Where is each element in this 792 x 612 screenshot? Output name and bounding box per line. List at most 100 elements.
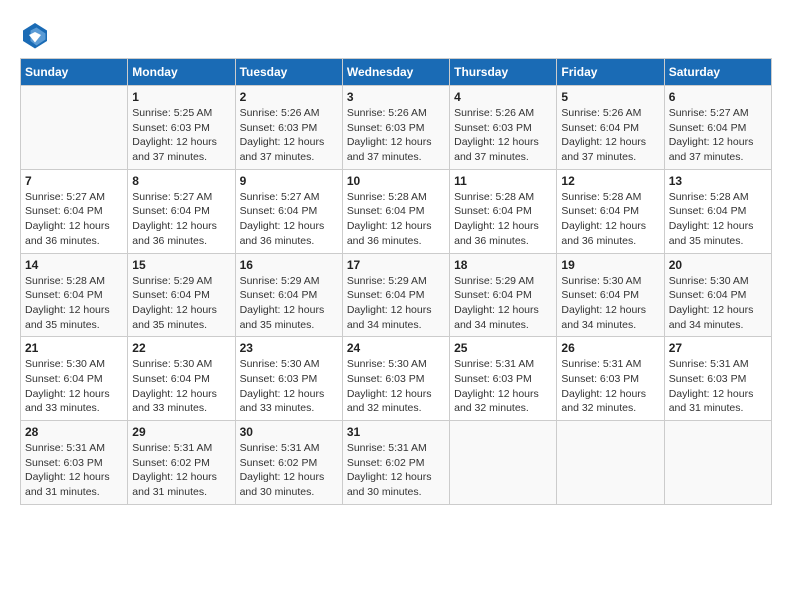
day-info: Sunrise: 5:25 AM Sunset: 6:03 PM Dayligh…	[132, 106, 230, 165]
day-cell: 31Sunrise: 5:31 AM Sunset: 6:02 PM Dayli…	[342, 421, 449, 505]
day-cell: 25 Sunrise: 5:31 AM Sunset: 6:03 PM Dayli…	[450, 337, 557, 421]
header-cell-friday: Friday	[557, 59, 664, 86]
day-cell: 10 Sunrise: 5:28 AM Sunset: 6:04 PM Dayli…	[342, 169, 449, 253]
day-info: Sunrise: 5:27 AM Sunset: 6:04 PM Dayligh…	[25, 190, 123, 249]
day-cell: 19 Sunrise: 5:30 AM Sunset: 6:04 PM Dayli…	[557, 253, 664, 337]
day-number: 23	[240, 341, 338, 355]
day-cell: 4 Sunrise: 5:26 AM Sunset: 6:03 PM Daylig…	[450, 86, 557, 170]
day-cell: 20 Sunrise: 5:30 AM Sunset: 6:04 PM Dayli…	[664, 253, 771, 337]
day-info: Sunrise: 5:30 AM Sunset: 6:03 PM Dayligh…	[347, 357, 445, 416]
header-cell-wednesday: Wednesday	[342, 59, 449, 86]
day-number: 27	[669, 341, 767, 355]
day-number: 17	[347, 258, 445, 272]
day-number: 16	[240, 258, 338, 272]
day-info: Sunrise: 5:29 AM Sunset: 6:04 PM Dayligh…	[454, 274, 552, 333]
day-cell: 22 Sunrise: 5:30 AM Sunset: 6:04 PM Dayli…	[128, 337, 235, 421]
day-info: Sunrise: 5:30 AM Sunset: 6:04 PM Dayligh…	[561, 274, 659, 333]
day-cell: 8 Sunrise: 5:27 AM Sunset: 6:04 PM Daylig…	[128, 169, 235, 253]
day-info: Sunrise: 5:26 AM Sunset: 6:03 PM Dayligh…	[454, 106, 552, 165]
day-number: 5	[561, 90, 659, 104]
page: SundayMondayTuesdayWednesdayThursdayFrid…	[0, 0, 792, 525]
day-info: Sunrise: 5:26 AM Sunset: 6:03 PM Dayligh…	[347, 106, 445, 165]
day-info: Sunrise: 5:29 AM Sunset: 6:04 PM Dayligh…	[347, 274, 445, 333]
day-info: Sunrise: 5:27 AM Sunset: 6:04 PM Dayligh…	[240, 190, 338, 249]
header	[20, 20, 772, 50]
calendar-body: 1Sunrise: 5:25 AM Sunset: 6:03 PM Daylig…	[21, 86, 772, 505]
day-info: Sunrise: 5:29 AM Sunset: 6:04 PM Dayligh…	[132, 274, 230, 333]
day-number: 24	[347, 341, 445, 355]
calendar-table: SundayMondayTuesdayWednesdayThursdayFrid…	[20, 58, 772, 505]
day-number: 26	[561, 341, 659, 355]
day-cell: 1Sunrise: 5:25 AM Sunset: 6:03 PM Daylig…	[128, 86, 235, 170]
day-number: 7	[25, 174, 123, 188]
day-number: 8	[132, 174, 230, 188]
day-number: 13	[669, 174, 767, 188]
week-row-3: 14Sunrise: 5:28 AM Sunset: 6:04 PM Dayli…	[21, 253, 772, 337]
day-cell	[21, 86, 128, 170]
calendar-header: SundayMondayTuesdayWednesdayThursdayFrid…	[21, 59, 772, 86]
day-number: 4	[454, 90, 552, 104]
day-cell: 21 Sunrise: 5:30 AM Sunset: 6:04 PM Dayli…	[21, 337, 128, 421]
day-number: 29	[132, 425, 230, 439]
day-info: Sunrise: 5:28 AM Sunset: 6:04 PM Dayligh…	[25, 274, 123, 333]
day-info: Sunrise: 5:27 AM Sunset: 6:04 PM Dayligh…	[132, 190, 230, 249]
day-info: Sunrise: 5:27 AM Sunset: 6:04 PM Dayligh…	[669, 106, 767, 165]
day-info: Sunrise: 5:30 AM Sunset: 6:03 PM Dayligh…	[240, 357, 338, 416]
day-number: 15	[132, 258, 230, 272]
day-info: Sunrise: 5:28 AM Sunset: 6:04 PM Dayligh…	[347, 190, 445, 249]
day-number: 25	[454, 341, 552, 355]
day-info: Sunrise: 5:26 AM Sunset: 6:04 PM Dayligh…	[561, 106, 659, 165]
day-cell: 16Sunrise: 5:29 AM Sunset: 6:04 PM Dayli…	[235, 253, 342, 337]
week-row-5: 28Sunrise: 5:31 AM Sunset: 6:03 PM Dayli…	[21, 421, 772, 505]
day-cell: 26Sunrise: 5:31 AM Sunset: 6:03 PM Dayli…	[557, 337, 664, 421]
day-number: 28	[25, 425, 123, 439]
day-info: Sunrise: 5:31 AM Sunset: 6:03 PM Dayligh…	[454, 357, 552, 416]
day-number: 19	[561, 258, 659, 272]
day-cell: 14Sunrise: 5:28 AM Sunset: 6:04 PM Dayli…	[21, 253, 128, 337]
day-cell: 13 Sunrise: 5:28 AM Sunset: 6:04 PM Dayli…	[664, 169, 771, 253]
day-cell: 17 Sunrise: 5:29 AM Sunset: 6:04 PM Dayli…	[342, 253, 449, 337]
day-info: Sunrise: 5:31 AM Sunset: 6:03 PM Dayligh…	[669, 357, 767, 416]
week-row-1: 1Sunrise: 5:25 AM Sunset: 6:03 PM Daylig…	[21, 86, 772, 170]
day-info: Sunrise: 5:28 AM Sunset: 6:04 PM Dayligh…	[669, 190, 767, 249]
day-number: 18	[454, 258, 552, 272]
header-row: SundayMondayTuesdayWednesdayThursdayFrid…	[21, 59, 772, 86]
day-cell: 18 Sunrise: 5:29 AM Sunset: 6:04 PM Dayli…	[450, 253, 557, 337]
day-cell	[557, 421, 664, 505]
day-cell: 7 Sunrise: 5:27 AM Sunset: 6:04 PM Daylig…	[21, 169, 128, 253]
day-cell: 27 Sunrise: 5:31 AM Sunset: 6:03 PM Dayli…	[664, 337, 771, 421]
header-cell-saturday: Saturday	[664, 59, 771, 86]
day-info: Sunrise: 5:26 AM Sunset: 6:03 PM Dayligh…	[240, 106, 338, 165]
day-number: 21	[25, 341, 123, 355]
day-number: 6	[669, 90, 767, 104]
day-cell	[450, 421, 557, 505]
logo	[20, 20, 54, 50]
day-info: Sunrise: 5:30 AM Sunset: 6:04 PM Dayligh…	[25, 357, 123, 416]
day-number: 2	[240, 90, 338, 104]
day-info: Sunrise: 5:30 AM Sunset: 6:04 PM Dayligh…	[132, 357, 230, 416]
day-cell: 11Sunrise: 5:28 AM Sunset: 6:04 PM Dayli…	[450, 169, 557, 253]
logo-icon	[20, 20, 50, 50]
day-cell: 6 Sunrise: 5:27 AM Sunset: 6:04 PM Daylig…	[664, 86, 771, 170]
header-cell-tuesday: Tuesday	[235, 59, 342, 86]
day-info: Sunrise: 5:30 AM Sunset: 6:04 PM Dayligh…	[669, 274, 767, 333]
day-cell	[664, 421, 771, 505]
day-number: 22	[132, 341, 230, 355]
day-cell: 3 Sunrise: 5:26 AM Sunset: 6:03 PM Daylig…	[342, 86, 449, 170]
header-cell-sunday: Sunday	[21, 59, 128, 86]
day-cell: 24 Sunrise: 5:30 AM Sunset: 6:03 PM Dayli…	[342, 337, 449, 421]
day-cell: 28Sunrise: 5:31 AM Sunset: 6:03 PM Dayli…	[21, 421, 128, 505]
day-info: Sunrise: 5:28 AM Sunset: 6:04 PM Dayligh…	[561, 190, 659, 249]
day-number: 10	[347, 174, 445, 188]
day-info: Sunrise: 5:31 AM Sunset: 6:02 PM Dayligh…	[132, 441, 230, 500]
day-number: 9	[240, 174, 338, 188]
day-number: 12	[561, 174, 659, 188]
header-cell-monday: Monday	[128, 59, 235, 86]
day-number: 3	[347, 90, 445, 104]
day-cell: 30Sunrise: 5:31 AM Sunset: 6:02 PM Dayli…	[235, 421, 342, 505]
day-cell: 15 Sunrise: 5:29 AM Sunset: 6:04 PM Dayli…	[128, 253, 235, 337]
day-number: 11	[454, 174, 552, 188]
day-number: 20	[669, 258, 767, 272]
day-cell: 23 Sunrise: 5:30 AM Sunset: 6:03 PM Dayli…	[235, 337, 342, 421]
week-row-4: 21 Sunrise: 5:30 AM Sunset: 6:04 PM Dayli…	[21, 337, 772, 421]
